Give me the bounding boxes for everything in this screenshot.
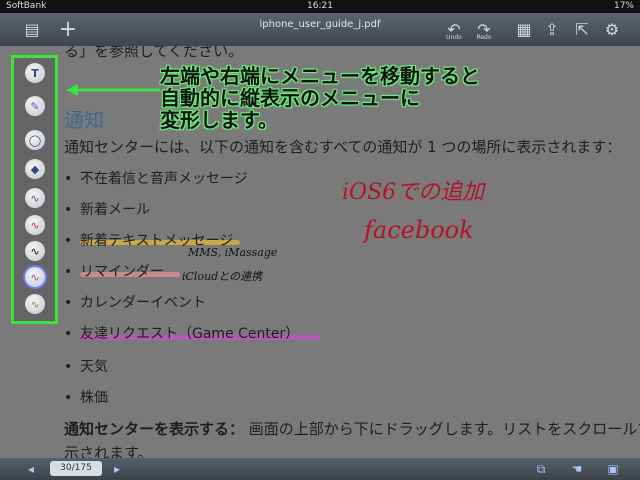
eraser-tool-icon[interactable]: ◆ xyxy=(25,159,45,179)
stroke-preset-red-icon[interactable]: ∿ xyxy=(25,215,45,235)
list-item: • 天気 xyxy=(64,359,108,375)
bookmark-icon[interactable]: ⧉ xyxy=(532,460,550,478)
list-item: • 新着メール xyxy=(64,202,150,218)
stroke-preset-gray-icon[interactable]: ∿ xyxy=(25,188,45,208)
page-indicator[interactable]: 30/175 xyxy=(50,461,102,476)
handwritten-note-facebook: facebook xyxy=(364,216,474,244)
battery-label: 17% xyxy=(613,1,634,11)
callout-line: 変形します。 xyxy=(160,108,278,132)
top-toolbar: ▤ + iphone_user_guide_j.pdf ↶ Undo ↷ Red… xyxy=(0,13,640,46)
thumbnails-icon[interactable]: ▦ xyxy=(512,17,536,41)
stroke-preset-brown-icon[interactable]: ∿ xyxy=(25,294,45,314)
stroke-preset-black-icon[interactable]: ∿ xyxy=(25,241,45,261)
text-line: 通知センターを表示する： 画面の上部から下にドラッグします。リストをスクロールす xyxy=(64,420,640,438)
pen-tool-icon[interactable]: ✎ xyxy=(25,96,45,116)
callout-line: 自動的に縦表示のメニューに xyxy=(160,86,420,110)
callout-text: 左端や右端にメニューを移動すると 自動的に縦表示のメニューに 変形します。 xyxy=(160,65,480,131)
handwritten-note-icloud: iCloudとの連携 xyxy=(182,270,263,283)
handwritten-note-mms: MMS, iMassage xyxy=(188,246,278,259)
settings-icon[interactable]: ⚙ xyxy=(600,17,624,41)
text-line: る」を参照してください。 xyxy=(64,46,244,60)
callout-line: 左端や右端にメニューを移動すると xyxy=(160,64,480,88)
hand-tool-icon[interactable]: ☚ xyxy=(568,460,586,478)
clock: 16:21 xyxy=(307,1,333,11)
redo-label: Redo xyxy=(476,34,492,41)
list-item: • 株価 xyxy=(64,390,108,406)
previous-page-icon[interactable]: ◂ xyxy=(22,460,40,478)
vertical-tool-menu: T ✎ ◯ ◆ ∿ ∿ ∿ ∿ ∿ xyxy=(11,55,58,324)
list-item: • 友達リクエスト（Game Center） xyxy=(64,326,300,342)
undo-label: Undo xyxy=(446,34,462,41)
next-page-icon[interactable]: ▸ xyxy=(108,460,126,478)
list-item: • カレンダーイベント xyxy=(64,295,206,311)
share-icon[interactable]: ⇪ xyxy=(540,17,564,41)
section-heading: 通知 xyxy=(64,108,104,132)
status-bar: SoftBank 16:21 17% xyxy=(0,0,640,13)
text-tool-icon[interactable]: T xyxy=(25,63,45,83)
lasso-tool-icon[interactable]: ◯ xyxy=(25,130,45,150)
intro-text: 通知センターには、以下の通知を含むすべての通知が 1 つの場所に表示されます： xyxy=(64,138,622,156)
presentation-icon[interactable]: ▣ xyxy=(604,460,622,478)
arrow-icon xyxy=(66,84,160,96)
list-item: • リマインダー xyxy=(64,264,164,280)
list-item: • 不在着信と音声メッセージ xyxy=(64,171,248,187)
export-icon[interactable]: ⇱ xyxy=(570,17,594,41)
text-line: 示されます。 xyxy=(64,444,153,458)
handwritten-note-ios6: iOS6での追加 xyxy=(342,180,485,205)
stroke-preset-purple-icon[interactable]: ∿ xyxy=(25,267,45,287)
bottom-toolbar: ◂ 30/175 ▸ ⧉ ☚ ▣ xyxy=(0,458,640,480)
